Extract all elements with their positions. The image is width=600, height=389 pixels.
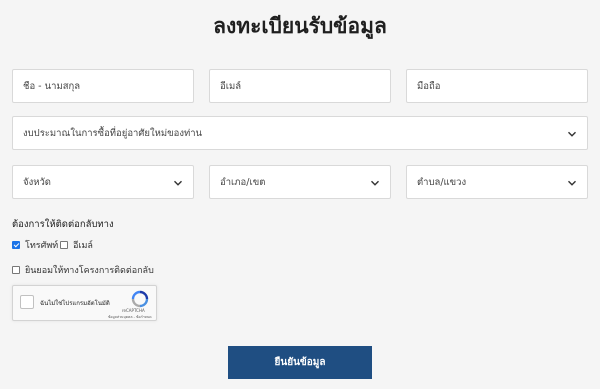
subdistrict-select[interactable]: ตำบล/แขวง [406, 165, 588, 199]
consent-label: ยินยอมให้ทางโครงการติดต่อกลับ [25, 266, 154, 276]
budget-select-value: งบประมาณในการซื้อที่อยู่อาศัยใหม่ของท่าน [23, 127, 203, 139]
phone-option-label: โทรศัพท์ [25, 241, 59, 251]
name-field[interactable] [12, 69, 194, 103]
district-select-value: อำเภอ/เขต [220, 176, 266, 188]
email-field[interactable] [209, 69, 391, 103]
phone-checkbox[interactable] [12, 241, 20, 249]
contact-method-label: ต้องการให้ติดต่อกลับทาง [12, 219, 114, 230]
email-input[interactable] [220, 80, 390, 92]
email-option-label: อีเมล์ [73, 241, 93, 251]
recaptcha-logo-icon [131, 290, 149, 308]
contact-email-option[interactable]: อีเมล์ [60, 238, 93, 252]
chevron-down-icon [568, 180, 576, 186]
form-title: ลงทะเบียนรับข้อมูล [213, 14, 387, 38]
consent-checkbox[interactable] [12, 266, 20, 274]
chevron-down-icon [174, 180, 182, 186]
province-select[interactable]: จังหวัด [12, 165, 194, 199]
consent-option[interactable]: ยินยอมให้ทางโครงการติดต่อกลับ [12, 263, 154, 277]
submit-button[interactable]: ยืนยันข้อมูล [228, 346, 372, 379]
district-select[interactable]: อำเภอ/เขต [209, 165, 391, 199]
recaptcha-links[interactable]: ข้อมูลส่วนบุคคล - ข้อกำหนด [108, 314, 152, 320]
recaptcha-label: ฉันไม่ใช่โปรแกรมอัตโนมัติ [40, 300, 110, 307]
contact-phone-option[interactable]: โทรศัพท์ [12, 238, 58, 252]
chevron-down-icon [568, 131, 576, 137]
phone-input[interactable] [417, 80, 587, 92]
name-input[interactable] [23, 80, 193, 92]
province-select-value: จังหวัด [23, 176, 51, 188]
email-checkbox[interactable] [60, 241, 68, 249]
phone-field[interactable] [406, 69, 588, 103]
recaptcha-brand: reCAPTCHA [122, 308, 145, 313]
chevron-down-icon [371, 180, 379, 186]
recaptcha-widget: ฉันไม่ใช่โปรแกรมอัตโนมัติ reCAPTCHA ข้อม… [12, 285, 157, 321]
recaptcha-checkbox[interactable] [20, 295, 34, 309]
budget-select[interactable]: งบประมาณในการซื้อที่อยู่อาศัยใหม่ของท่าน [12, 116, 588, 150]
subdistrict-select-value: ตำบล/แขวง [417, 176, 467, 188]
